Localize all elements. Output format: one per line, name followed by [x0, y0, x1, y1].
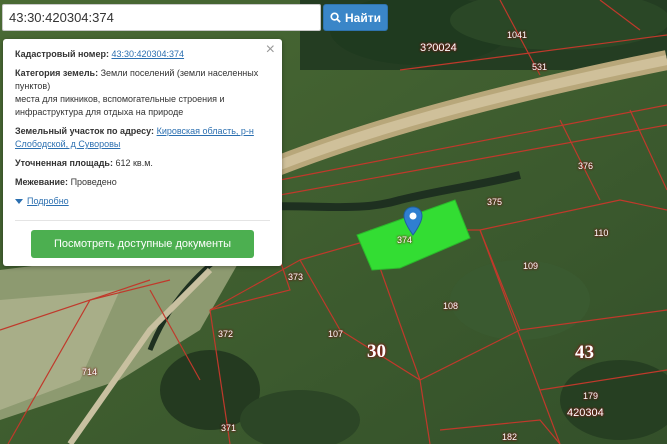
parcel-label: 531	[532, 62, 548, 72]
map-marker-icon[interactable]	[403, 206, 423, 236]
parcel-label-selected: 374	[397, 235, 413, 245]
search-icon	[330, 12, 341, 23]
triangle-down-icon	[15, 199, 23, 204]
quarter-label: 3?0024	[420, 42, 457, 54]
quarter-label: 420304	[567, 407, 604, 419]
parcel-label: 109	[523, 261, 539, 271]
parcel-label: 714	[82, 367, 98, 377]
parcel-info-popup: × Кадастровый номер: 43:30:420304:374 Ка…	[3, 39, 282, 266]
parcel-label: 110	[594, 228, 609, 238]
divider	[15, 220, 270, 221]
close-icon[interactable]: ×	[266, 42, 275, 58]
parcel-label: 108	[443, 301, 459, 311]
area-row: Уточненная площадь: 612 кв.м.	[15, 157, 270, 170]
more-link[interactable]: Подробно	[27, 195, 69, 208]
cadastral-link[interactable]: 43:30:420304:374	[111, 49, 184, 59]
survey-label: Межевание:	[15, 177, 69, 187]
address-row: Земельный участок по адресу: Кировская о…	[15, 125, 270, 151]
parcel-label: 373	[288, 272, 304, 282]
cadastral-row: Кадастровый номер: 43:30:420304:374	[15, 48, 270, 61]
search-button-label: Найти	[345, 10, 381, 25]
address-label: Земельный участок по адресу:	[15, 126, 155, 136]
area-value: 612 кв.м.	[115, 158, 153, 168]
survey-value: Проведено	[70, 177, 117, 187]
category-label: Категория земель:	[15, 68, 99, 78]
search-input[interactable]	[2, 4, 321, 31]
parcel-label: 107	[328, 329, 344, 339]
area-label: Уточненная площадь:	[15, 158, 113, 168]
parcel-label: 375	[487, 197, 503, 207]
more-toggle[interactable]: Подробно	[15, 195, 270, 208]
category-row: Категория земель: Земли поселений (земли…	[15, 67, 270, 119]
parcel-label: 182	[502, 432, 518, 442]
search-button[interactable]: Найти	[323, 4, 388, 31]
survey-row: Межевание: Проведено	[15, 176, 270, 189]
cadastral-label: Кадастровый номер:	[15, 49, 109, 59]
parcel-label: 376	[578, 161, 594, 171]
region-label: 43	[575, 342, 594, 363]
district-label: 30	[367, 341, 386, 362]
parcel-label: 372	[218, 329, 234, 339]
parcel-label: 1041	[507, 30, 528, 40]
category-note: места для пикников, вспомогательные стро…	[15, 94, 225, 117]
parcel-label: 371	[221, 423, 237, 433]
view-documents-button[interactable]: Посмотреть доступные документы	[31, 230, 254, 258]
parcel-label: 179	[583, 391, 599, 401]
